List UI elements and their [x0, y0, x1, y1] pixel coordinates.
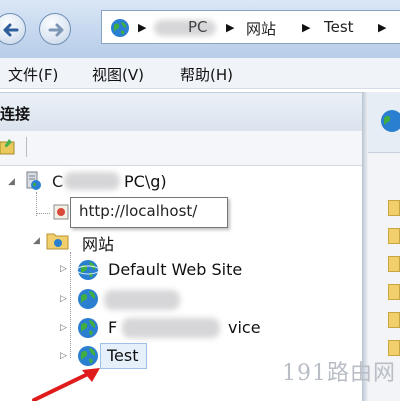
back-arrow-icon [3, 23, 19, 37]
site-test[interactable]: Test [107, 346, 139, 365]
collapse-toggle[interactable]: ◢ [8, 177, 15, 187]
breadcrumb-separator: ▶ [226, 21, 235, 34]
menu-bar: 文件(F) 视图(V) 帮助(H) [0, 58, 400, 89]
folder-icon [388, 256, 400, 272]
site-f-prefix[interactable]: F [108, 318, 117, 337]
expand-toggle[interactable]: ▷ [60, 351, 67, 361]
redacted-region [64, 172, 120, 190]
server-icon [26, 171, 41, 190]
server-node[interactable]: PC\g) [124, 172, 167, 191]
right-pane-header [368, 92, 400, 153]
forward-arrow-icon [48, 23, 64, 37]
annotation-arrow-icon [32, 368, 100, 401]
redacted-region [122, 318, 220, 338]
connect-icon[interactable] [0, 138, 16, 156]
breadcrumb-test[interactable]: Test [324, 18, 354, 36]
app-pools-icon [53, 204, 69, 220]
navigation-bar: ▶ PC ▶ 网站 ▶ Test ▶ [0, 0, 400, 58]
folder-icon [46, 233, 69, 250]
site-default-web-site[interactable]: Default Web Site [108, 260, 242, 279]
globe-icon [78, 318, 98, 338]
site-f-suffix[interactable]: vice [228, 318, 261, 337]
breadcrumb-sites[interactable]: 网站 [246, 18, 276, 39]
globe-icon [76, 260, 100, 280]
folder-icon [388, 312, 400, 328]
expand-toggle[interactable]: ▷ [60, 264, 67, 274]
forward-button[interactable] [39, 13, 71, 45]
menu-help[interactable]: 帮助(H) [180, 64, 233, 85]
toolbar-divider [26, 137, 27, 157]
globe-icon [381, 110, 400, 132]
globe-icon [78, 289, 98, 309]
folder-icon [388, 200, 400, 216]
menu-file[interactable]: 文件(F) [8, 64, 58, 85]
tooltip-text: http://localhost/ [79, 202, 198, 220]
connections-header: 连接 [0, 92, 362, 132]
folder-icon [388, 284, 400, 300]
breadcrumb-separator: ▶ [138, 21, 147, 34]
folder-icon [388, 340, 400, 356]
globe-icon [111, 19, 129, 37]
address-bar[interactable]: ▶ PC ▶ 网站 ▶ Test ▶ [101, 10, 400, 44]
menu-view[interactable]: 视图(V) [92, 64, 144, 85]
breadcrumb-separator: ▶ [302, 21, 311, 34]
watermark: 191路由网 [282, 361, 396, 386]
breadcrumb-pc[interactable]: PC [188, 18, 208, 36]
breadcrumb-separator: ▶ [378, 21, 387, 34]
collapse-toggle[interactable]: ◢ [33, 236, 40, 246]
expand-toggle[interactable]: ▷ [60, 323, 67, 333]
connections-toolbar [0, 131, 362, 166]
redacted-region [104, 290, 180, 310]
folder-icon [388, 228, 400, 244]
back-button[interactable] [0, 13, 26, 45]
tree-line [36, 213, 50, 214]
url-tooltip: http://localhost/ [70, 197, 228, 228]
connections-title: 连接 [0, 105, 31, 123]
sites-node[interactable]: 网站 [82, 231, 114, 255]
expand-toggle[interactable]: ▷ [60, 294, 67, 304]
server-node-prefix[interactable]: C [52, 172, 63, 191]
tree-line [70, 252, 71, 358]
